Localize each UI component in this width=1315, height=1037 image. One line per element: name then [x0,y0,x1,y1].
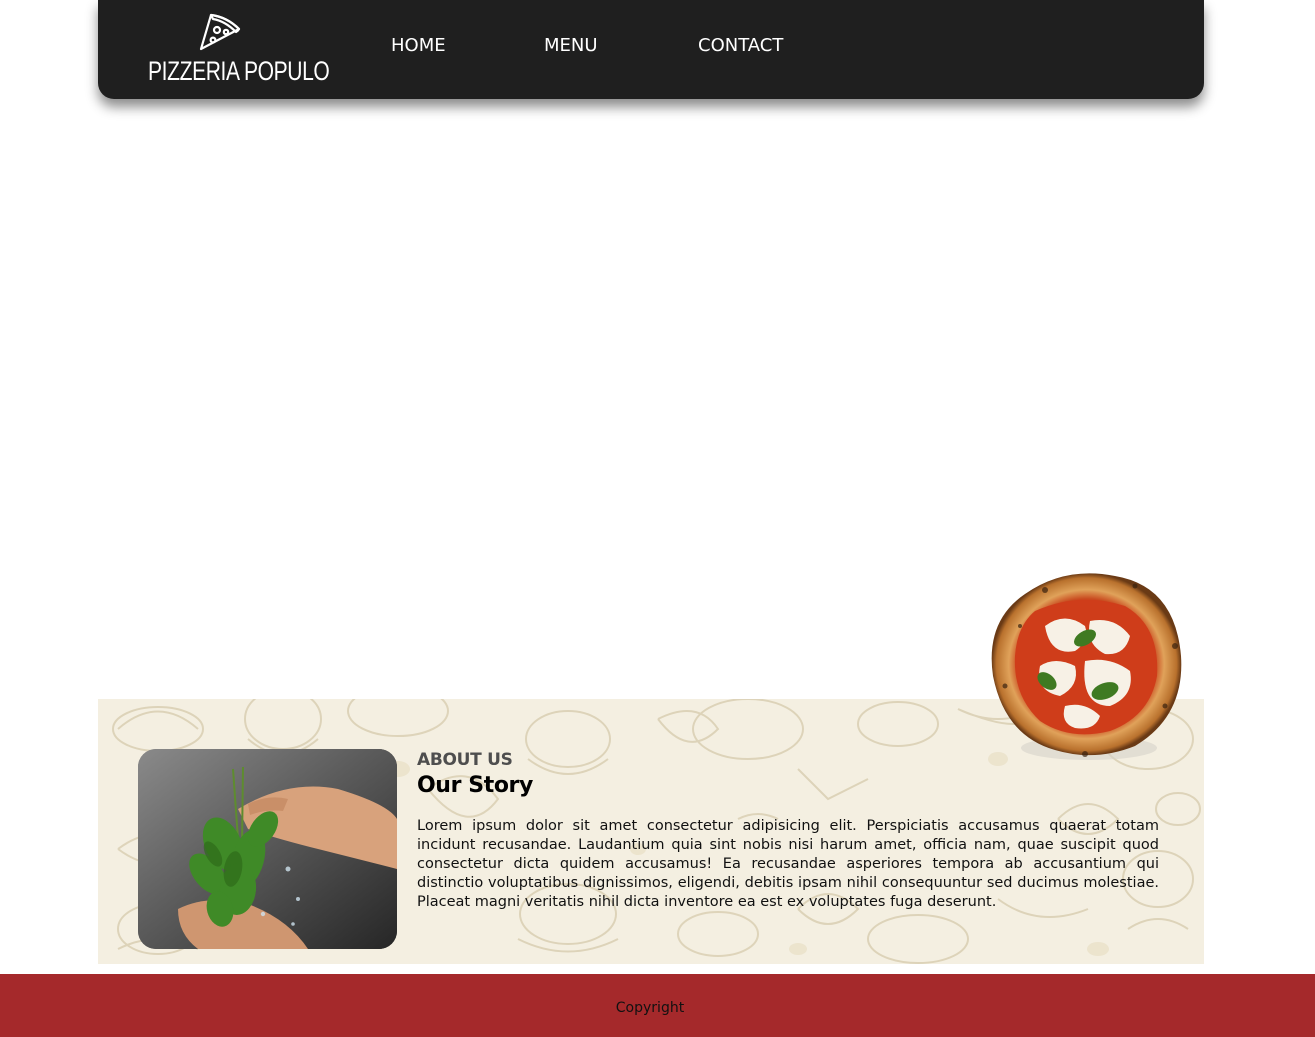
nav-home-link[interactable]: HOME [391,34,446,58]
basil-photo-illustration [138,749,397,949]
logo-link[interactable]: PIZZERIA POPULO [148,12,330,88]
nav-menu-link[interactable]: MENU [544,34,598,58]
nav-contact-link[interactable]: CONTACT [698,34,783,58]
site-footer: Copyright [0,974,1315,1037]
basil-washing-image [138,749,397,949]
margherita-pizza-image [991,573,1182,760]
site-header: PIZZERIA POPULO HOME MENU CONTACT [98,0,1204,99]
about-text-block: ABOUT US Our Story Lorem ipsum dolor sit… [417,749,1159,912]
about-title: Our Story [417,773,533,798]
about-body-text: Lorem ipsum dolor sit amet consectetur a… [417,818,1159,910]
logo-text: PIZZERIA POPULO [148,56,330,86]
pizza-slice-icon [199,13,241,51]
copyright-text: Copyright [615,1000,685,1016]
